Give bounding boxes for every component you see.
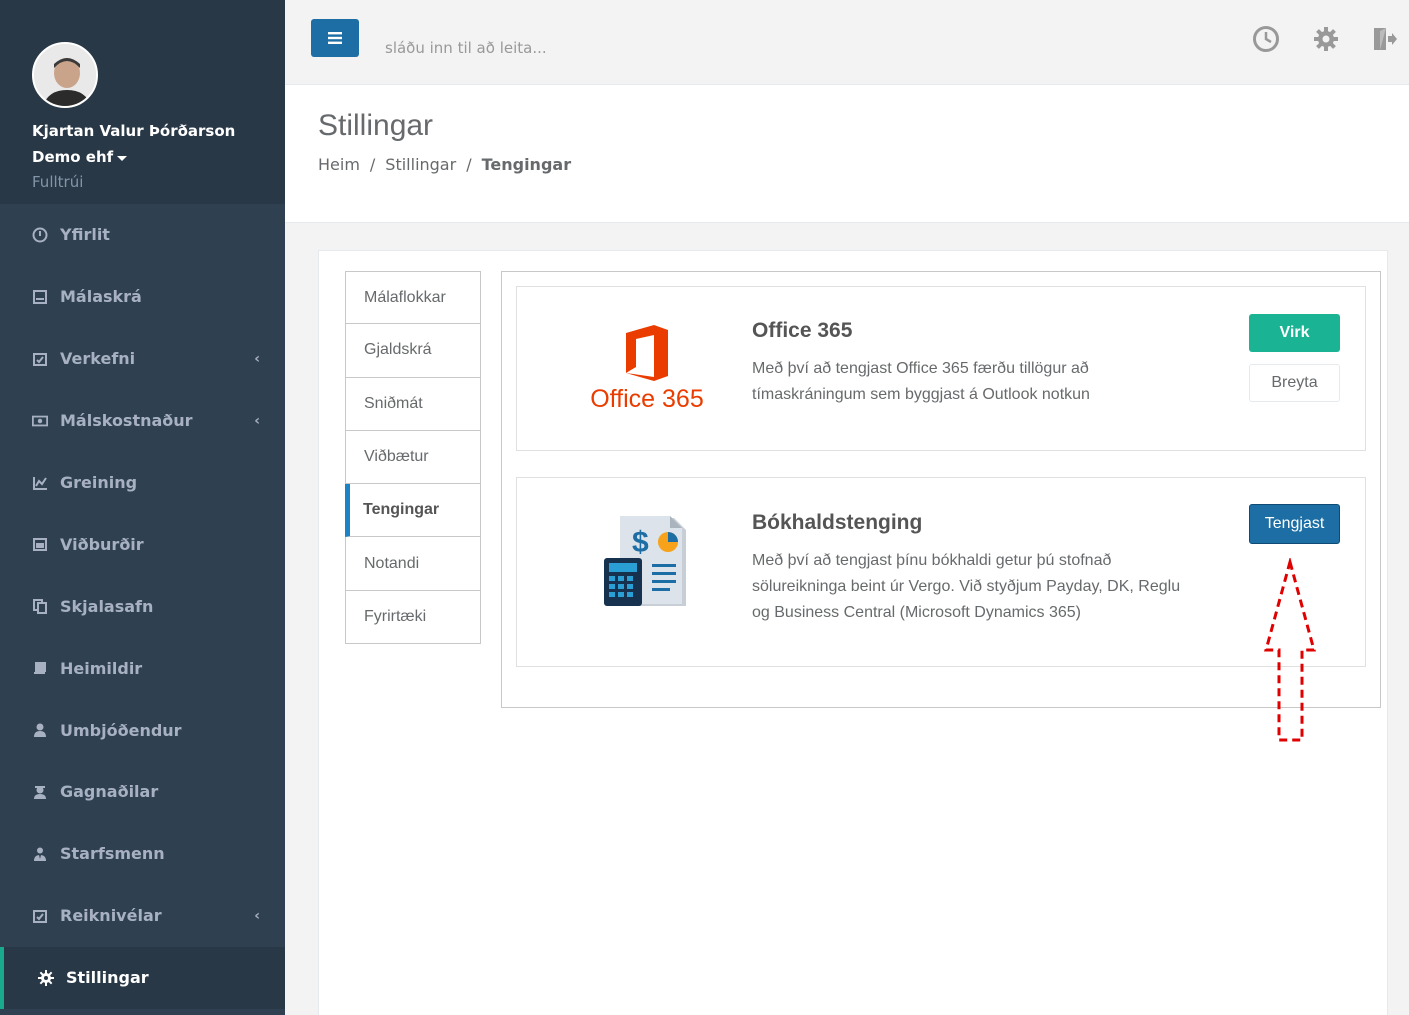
- gear-icon[interactable]: [1311, 24, 1341, 54]
- calendar-check-icon: [32, 351, 48, 367]
- sidebar-item-málskostnaður[interactable]: Málskostnaður ‹: [0, 390, 285, 452]
- office-logo-icon: [626, 325, 668, 381]
- sidebar-item-label: Skjalasafn: [60, 596, 154, 616]
- edit-button[interactable]: Breyta: [1249, 364, 1340, 402]
- sidebar-item-gagnaðilar[interactable]: Gagnaðilar: [0, 761, 285, 823]
- sidebar-item-label: Stillingar: [66, 968, 149, 988]
- breadcrumb: Heim / Stillingar / Tengingar: [318, 155, 1409, 174]
- accounting-title: Bókhaldstenging: [752, 511, 923, 534]
- profile-section: Kjartan Valur Þórðarson Demo ehf Fulltrú…: [0, 0, 285, 204]
- bars-icon: [328, 32, 342, 44]
- avatar[interactable]: [32, 42, 98, 108]
- chevron-left-icon: ‹: [254, 907, 260, 924]
- book-icon: [32, 660, 48, 676]
- tab-viðbætur[interactable]: Viðbætur: [345, 430, 481, 485]
- page-heading: Stillingar Heim / Stillingar / Tengingar: [285, 85, 1409, 223]
- tab-notandi[interactable]: Notandi: [345, 537, 481, 591]
- accounting-card: $ Bókhaldstenging Með því að tengjast þí…: [516, 477, 1366, 667]
- svg-text:$: $: [632, 526, 649, 559]
- sidebar: Kjartan Valur Þórðarson Demo ehf Fulltrú…: [0, 0, 285, 1015]
- dashboard-icon: [32, 227, 48, 243]
- breadcrumb-separator: /: [369, 155, 376, 174]
- connect-button[interactable]: Tengjast: [1249, 504, 1340, 544]
- sidebar-item-starfsmenn[interactable]: Starfsmenn: [0, 823, 285, 885]
- sidebar-item-umbjóðendur[interactable]: Umbjóðendur: [0, 699, 285, 761]
- sidebar-item-skjalasafn[interactable]: Skjalasafn: [0, 575, 285, 637]
- menu-toggle-button[interactable]: [311, 19, 359, 57]
- clock-icon[interactable]: [1251, 24, 1281, 54]
- chevron-left-icon: ‹: [254, 350, 260, 367]
- company-dropdown[interactable]: Demo ehf: [32, 144, 285, 170]
- sidebar-item-label: Greining: [60, 473, 138, 492]
- sidebar-item-label: Viðburðir: [60, 534, 144, 554]
- active-status-button[interactable]: Virk: [1249, 314, 1340, 352]
- annotation-arrow-icon: [1264, 558, 1316, 742]
- sidebar-item-label: Verkefni: [60, 349, 136, 369]
- sidebar-item-málaskrá[interactable]: Málaskrá: [0, 266, 285, 328]
- user-secret-icon: [32, 784, 48, 800]
- office365-card: Office 365 Office 365 Með því að tengjas…: [516, 286, 1366, 451]
- integrations-box: Office 365 Office 365 Með því að tengjas…: [501, 271, 1381, 708]
- accounting-description: Með því að tengjast þínu bókhaldi getur …: [752, 552, 1181, 621]
- money-icon: [32, 413, 48, 429]
- company-label: Demo ehf: [32, 148, 114, 166]
- breadcrumb-current: Tengingar: [481, 155, 572, 174]
- top-navbar: [285, 0, 1409, 85]
- settings-tabs: Málaflokkar Gjaldskrá Sniðmát Viðbætur Tengi…: [345, 271, 481, 645]
- line-chart-icon: [32, 475, 48, 491]
- tab-fyrirtæki[interactable]: Fyrirtæki: [345, 590, 481, 645]
- archive-icon: [32, 289, 48, 305]
- invoice-calculator-icon: $: [604, 516, 686, 606]
- user-tie-icon: [32, 846, 48, 862]
- sidebar-item-stillingar[interactable]: Stillingar: [0, 946, 285, 1009]
- settings-panel: Málaflokkar Gjaldskrá Sniðmát Viðbætur Tengi…: [318, 250, 1388, 1015]
- breadcrumb-settings[interactable]: Stillingar: [385, 155, 456, 174]
- chevron-left-icon: ‹: [254, 412, 260, 429]
- sidebar-item-yfirlit[interactable]: Yfirlit: [0, 204, 285, 266]
- sidebar-item-label: Heimildir: [60, 658, 143, 678]
- office365-title: Office 365: [752, 319, 853, 342]
- sidebar-item-greining[interactable]: Greining: [0, 452, 285, 514]
- profile-role: Fulltrúi: [32, 173, 84, 191]
- sidebar-item-label: Gagnaðilar: [60, 782, 159, 802]
- office365-logo: Office 365: [557, 323, 737, 414]
- sidebar-item-label: Málskostnaður: [60, 411, 193, 431]
- search-input[interactable]: [385, 34, 785, 62]
- sign-out-icon[interactable]: [1369, 24, 1399, 54]
- accounting-logo: $: [557, 514, 737, 610]
- sidebar-item-reiknivélar[interactable]: Reiknivélar ‹: [0, 885, 285, 947]
- calendar-icon: [32, 536, 48, 552]
- gear-icon: [38, 969, 54, 986]
- tab-sniðmát[interactable]: Sniðmát: [345, 377, 481, 431]
- breadcrumb-separator: /: [466, 155, 472, 174]
- caret-down-icon: [117, 155, 128, 161]
- sidebar-item-heimildir[interactable]: Heimildir: [0, 637, 285, 699]
- tab-málaflokkar[interactable]: Málaflokkar: [345, 271, 481, 325]
- profile-name: Kjartan Valur Þórðarson: [32, 122, 236, 140]
- office365-logo-text: Office 365: [590, 385, 704, 413]
- calendar-check-icon: [32, 908, 48, 924]
- sidebar-item-label: Málaskrá: [60, 287, 142, 307]
- sidebar-item-label: Umbjóðendur: [60, 720, 182, 740]
- sidebar-item-viðburðir[interactable]: Viðburðir: [0, 513, 285, 575]
- sidebar-item-label: Reiknivélar: [60, 906, 162, 926]
- sidebar-item-verkefni[interactable]: Verkefni ‹: [0, 328, 285, 390]
- sidebar-item-label: Yfirlit: [60, 225, 110, 245]
- breadcrumb-home[interactable]: Heim: [318, 155, 360, 174]
- tab-gjaldskrá[interactable]: Gjaldskrá: [345, 324, 481, 378]
- user-icon: [32, 722, 48, 738]
- page-title: Stillingar: [318, 109, 434, 142]
- tab-tengingar[interactable]: Tengingar: [345, 484, 481, 538]
- sidebar-item-label: Starfsmenn: [60, 844, 165, 864]
- office365-description: Með því að tengjast Office 365 færðu til…: [752, 360, 1090, 403]
- files-icon: [32, 598, 48, 615]
